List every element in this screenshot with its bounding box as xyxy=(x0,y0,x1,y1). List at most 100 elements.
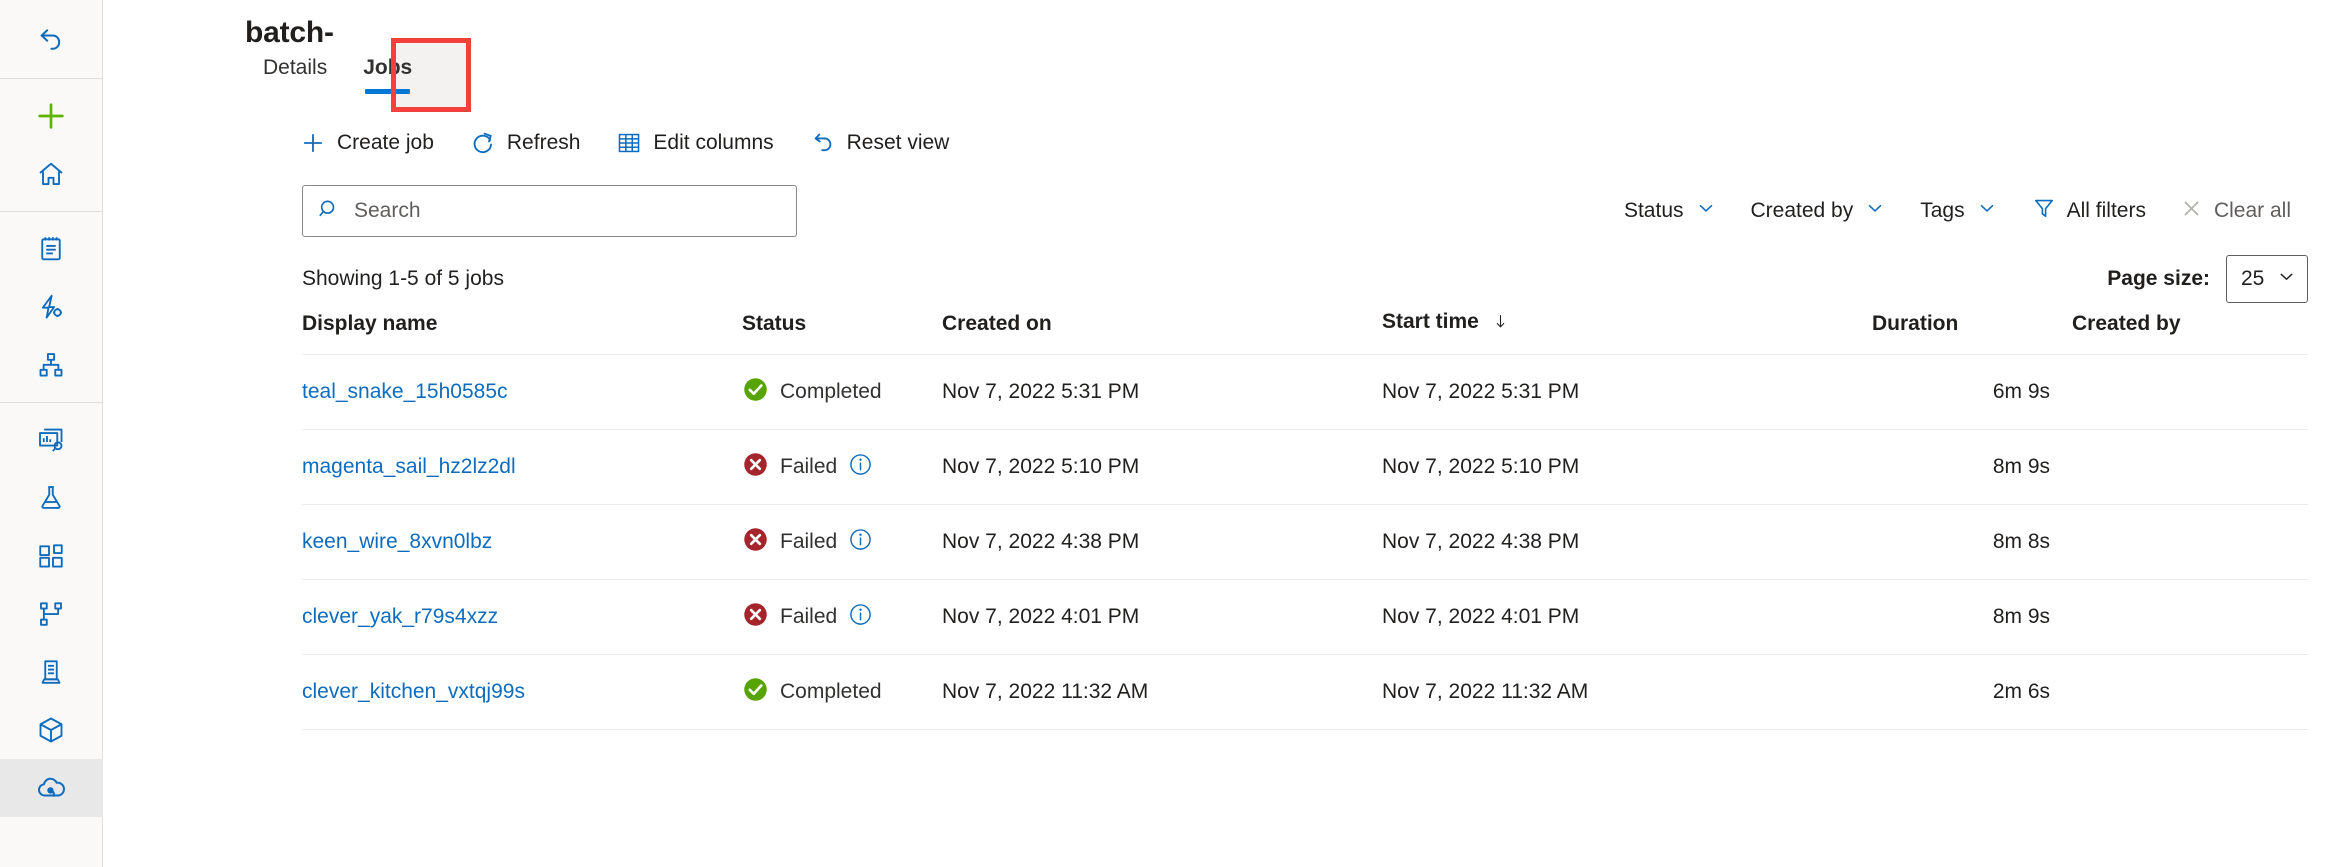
table-header-row: Display name Status Created on Start tim… xyxy=(302,310,2308,355)
sort-descending-icon xyxy=(1492,312,1509,336)
status-failed-icon xyxy=(742,601,769,634)
all-filters-label: All filters xyxy=(2066,199,2146,222)
create-job-label: Create job xyxy=(337,131,434,154)
info-icon[interactable] xyxy=(848,602,873,633)
edit-columns-button[interactable]: Edit columns xyxy=(598,118,791,168)
app-root: batch- Details Jobs Create job Refresh E… xyxy=(0,0,2330,867)
reset-view-button[interactable]: Reset view xyxy=(792,118,968,168)
rail-group-create xyxy=(0,79,102,212)
table-row[interactable]: clever_kitchen_vxtqj99s Completed Nov 7,… xyxy=(302,654,2308,730)
page-size-select[interactable]: 25 xyxy=(2226,255,2308,303)
job-link[interactable]: keen_wire_8xvn0lbz xyxy=(302,530,492,553)
all-filters-button[interactable]: All filters xyxy=(2015,187,2163,235)
column-header-display-name[interactable]: Display name xyxy=(302,310,742,355)
cell-start-time: Nov 7, 2022 11:32 AM xyxy=(1382,654,1872,730)
job-link[interactable]: clever_yak_r79s4xzz xyxy=(302,605,498,628)
cell-duration: 6m 9s xyxy=(1872,354,2050,430)
refresh-button[interactable]: Refresh xyxy=(452,118,599,168)
status-label: Failed xyxy=(780,530,838,553)
showing-count: Showing 1-5 of 5 jobs xyxy=(302,267,504,290)
page-title: batch- xyxy=(245,16,334,49)
cell-display-name: clever_yak_r79s4xzz xyxy=(302,579,742,655)
column-header-duration[interactable]: Duration xyxy=(1872,310,2050,355)
close-icon xyxy=(2180,197,2203,226)
notebooks-icon[interactable] xyxy=(0,220,103,278)
status-completed-icon xyxy=(742,676,769,709)
table-row[interactable]: magenta_sail_hz2lz2dl Failed Nov 7, 2022… xyxy=(302,429,2308,505)
components-flask-icon[interactable] xyxy=(0,469,103,527)
automated-ml-icon[interactable] xyxy=(0,278,103,336)
chevron-down-icon xyxy=(2276,266,2297,293)
status-label: Completed xyxy=(780,680,882,703)
page-size-label: Page size: xyxy=(2107,267,2210,290)
plus-icon xyxy=(300,130,326,156)
cell-status: Completed xyxy=(742,354,942,430)
column-header-created-on[interactable]: Created on xyxy=(942,310,1382,355)
home-icon[interactable] xyxy=(0,145,103,203)
status-completed-icon xyxy=(742,376,769,409)
column-header-start-time-label: Start time xyxy=(1382,310,1479,333)
chevron-down-icon xyxy=(1976,197,1998,225)
job-link[interactable]: clever_kitchen_vxtqj99s xyxy=(302,680,525,703)
cell-start-time: Nov 7, 2022 4:01 PM xyxy=(1382,579,1872,655)
status-failed-icon xyxy=(742,526,769,559)
pipelines-icon[interactable] xyxy=(0,527,103,585)
tab-details-label: Details xyxy=(263,56,328,79)
info-icon[interactable] xyxy=(848,452,873,483)
clear-all-button[interactable]: Clear all xyxy=(2163,187,2308,235)
tab-active-underline xyxy=(365,89,411,94)
models-cube-icon[interactable] xyxy=(0,701,103,759)
designer-icon[interactable] xyxy=(0,336,103,394)
job-link[interactable]: teal_snake_15h0585c xyxy=(302,380,508,403)
filter-created-by-label: Created by xyxy=(1750,199,1854,222)
filter-tags-dropdown[interactable]: Tags xyxy=(1903,187,2014,235)
table-row[interactable]: teal_snake_15h0585c Completed Nov 7, 202… xyxy=(302,354,2308,430)
jobs-table: Display name Status Created on Start tim… xyxy=(302,310,2308,730)
cell-created-by xyxy=(2050,654,2308,730)
cell-created-on: Nov 7, 2022 5:10 PM xyxy=(942,429,1382,505)
column-header-status[interactable]: Status xyxy=(742,310,942,355)
cell-created-on: Nov 7, 2022 4:38 PM xyxy=(942,504,1382,580)
endpoints-icon[interactable] xyxy=(0,759,103,817)
tab-jobs[interactable]: Jobs xyxy=(345,46,430,106)
rail-group-assets xyxy=(0,403,103,825)
cell-created-on: Nov 7, 2022 4:01 PM xyxy=(942,579,1382,655)
rail-group-back xyxy=(0,0,102,79)
column-header-start-time[interactable]: Start time xyxy=(1382,310,1872,355)
cell-duration: 8m 9s xyxy=(1872,579,2050,655)
cell-display-name: teal_snake_15h0585c xyxy=(302,354,742,430)
job-link[interactable]: magenta_sail_hz2lz2dl xyxy=(302,455,516,478)
jobs-icon[interactable] xyxy=(0,411,103,469)
filter-created-by-dropdown[interactable]: Created by xyxy=(1734,187,1904,235)
create-job-button[interactable]: Create job xyxy=(292,118,452,168)
cell-display-name: keen_wire_8xvn0lbz xyxy=(302,504,742,580)
filter-status-dropdown[interactable]: Status xyxy=(1607,187,1734,235)
status-label: Failed xyxy=(780,455,838,478)
cell-created-by xyxy=(2050,579,2308,655)
info-icon[interactable] xyxy=(848,527,873,558)
cell-duration: 2m 6s xyxy=(1872,654,2050,730)
status-failed-icon xyxy=(742,451,769,484)
cell-status: Failed xyxy=(742,579,942,655)
tab-bar: Details Jobs xyxy=(142,38,2330,112)
compute-server-icon[interactable] xyxy=(0,643,103,701)
funnel-icon xyxy=(2032,196,2056,226)
search-input[interactable]: Search xyxy=(302,185,797,237)
data-tree-icon[interactable] xyxy=(0,585,103,643)
column-header-created-by[interactable]: Created by xyxy=(2050,310,2308,355)
jobs-table-body: teal_snake_15h0585c Completed Nov 7, 202… xyxy=(302,354,2308,730)
table-row[interactable]: keen_wire_8xvn0lbz Failed Nov 7, 2022 4:… xyxy=(302,504,2308,580)
cell-created-by xyxy=(2050,354,2308,430)
back-arrow-icon[interactable] xyxy=(0,0,103,78)
columns-icon xyxy=(616,130,642,156)
table-row[interactable]: clever_yak_r79s4xzz Failed Nov 7, 2022 4… xyxy=(302,579,2308,655)
cell-status: Completed xyxy=(742,654,942,730)
page-size-value: 25 xyxy=(2241,267,2265,290)
tab-jobs-label: Jobs xyxy=(363,56,413,79)
tab-details[interactable]: Details xyxy=(245,46,345,106)
page-size-control: Page size: 25 xyxy=(2107,255,2308,303)
refresh-icon xyxy=(470,130,496,156)
reset-view-label: Reset view xyxy=(846,131,950,154)
new-item-icon[interactable] xyxy=(0,87,103,145)
cell-start-time: Nov 7, 2022 5:31 PM xyxy=(1382,354,1872,430)
